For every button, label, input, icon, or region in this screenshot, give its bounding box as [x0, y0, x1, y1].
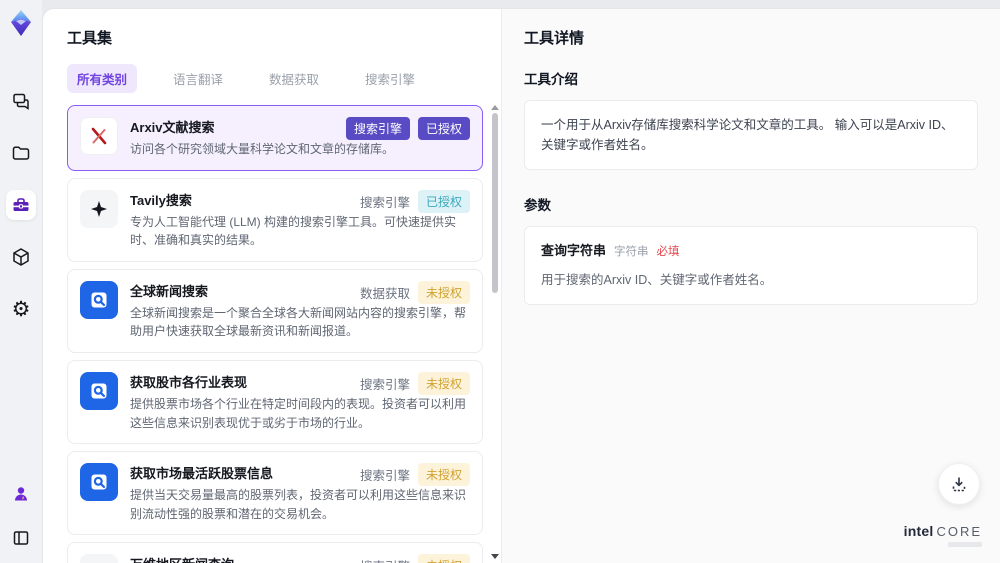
download-button[interactable]: [938, 463, 980, 505]
category-badge: 搜索引擎: [345, 117, 410, 140]
toolbox-icon: [13, 198, 29, 211]
panel-toggle[interactable]: [6, 523, 36, 553]
tool-desc: 全球新闻搜索是一个聚合全球各大新闻网站内容的搜索引擎，帮助用户快速获取全球最新资…: [130, 305, 467, 339]
page-title: 工具集: [67, 30, 113, 47]
tool-desc: 提供当天交易量最高的股票列表，投资者可以利用这些信息来识别流动性强的股票和潜在的…: [130, 488, 467, 521]
param-name: 查询字符串: [541, 243, 607, 258]
tool-card-stock-sectors[interactable]: 获取股市各行业表现 提供股票市场各个行业在特定时间段内的表现。投资者可以利用这些…: [67, 359, 483, 445]
tool-card-arxiv[interactable]: Arxiv文献搜索 访问各个研究领域大量科学论文和文章的存储库。 搜索引擎 已授…: [67, 105, 483, 171]
auth-badge: 已授权: [417, 189, 470, 213]
category-badge: 搜索引擎: [359, 195, 410, 210]
intro-heading: 工具介绍: [524, 72, 578, 87]
sidebar-item-chat[interactable]: [6, 86, 36, 116]
news-search-icon: [80, 280, 118, 319]
sidebar-item-files[interactable]: [6, 138, 36, 168]
auth-badge: 已授权: [417, 117, 470, 140]
param-box: 查询字符串 字符串 必填 用于搜索的Arxiv ID、关键字或作者姓名。: [524, 226, 978, 305]
intro-box: 一个用于从Arxiv存储库搜索科学论文和文章的工具。 输入可以是Arxiv ID…: [524, 100, 978, 170]
chat-icon: [13, 93, 29, 110]
scroll-up-arrow-icon[interactable]: [491, 105, 499, 110]
list-scrollbar[interactable]: [491, 105, 499, 563]
folder-icon: [12, 146, 30, 160]
rail-bottom: [6, 479, 36, 553]
panel-toggle-icon: [13, 531, 29, 545]
auth-badge: 未授权: [417, 371, 470, 395]
category-tabs: 所有类别 语言翻译 数据获取 搜索引擎: [67, 64, 501, 93]
auth-badge: 未授权: [417, 280, 470, 304]
arxiv-logo-icon: [80, 117, 118, 155]
download-icon: [952, 477, 966, 492]
param-desc: 用于搜索的Arxiv ID、关键字或作者姓名。: [541, 272, 773, 287]
newspaper-icon: [80, 554, 118, 563]
tool-desc: 提供股票市场各个行业在特定时间段内的表现。投资者可以利用这些信息来识别表现优于或…: [130, 396, 467, 430]
rail-nav: ⚙: [6, 86, 36, 324]
category-badge: 数据获取: [359, 286, 410, 301]
user-avatar-icon: [15, 487, 27, 501]
tool-list-pane: 工具集 所有类别 语言翻译 数据获取 搜索引擎 Arxiv文献搜索 访问各个研究…: [43, 9, 501, 563]
tool-desc: 专为人工智能代理 (LLM) 构建的搜索引擎工具。可快速提供实时、准确和真实的结…: [130, 214, 457, 248]
core-wordmark: core: [936, 524, 982, 539]
user-avatar[interactable]: [6, 479, 36, 509]
tab-data-fetch[interactable]: 数据获取: [259, 64, 329, 93]
left-rail: ⚙: [0, 0, 42, 563]
category-badge: 搜索引擎: [359, 377, 410, 392]
app-logo[interactable]: [6, 8, 36, 38]
active-stock-icon: [80, 463, 118, 502]
tab-all-categories[interactable]: 所有类别: [67, 64, 138, 93]
app-root: ⚙ 工具集 所有类别 语言翻译 数据获取 搜索引擎 Arxiv文献搜索 访问各个…: [0, 0, 1000, 563]
cube-icon: [13, 248, 29, 266]
params-heading: 参数: [524, 198, 551, 213]
tab-translation[interactable]: 语言翻译: [163, 64, 233, 93]
tool-detail-pane: 工具详情 工具介绍 一个用于从Arxiv存储库搜索科学论文和文章的工具。 输入可…: [501, 9, 1000, 563]
gem-logo-icon: [11, 10, 31, 36]
scroll-down-arrow-icon[interactable]: [491, 554, 499, 559]
tab-search-engine[interactable]: 搜索引擎: [355, 64, 425, 93]
param-required-badge: 必填: [656, 246, 680, 258]
category-badge: 搜索引擎: [360, 556, 410, 563]
category-badge: 搜索引擎: [359, 469, 410, 484]
stock-sector-icon: [80, 371, 118, 410]
sidebar-item-packages[interactable]: [6, 242, 36, 272]
auth-badge: 未授权: [417, 463, 470, 487]
tool-card-tavily[interactable]: Tavily搜索 专为人工智能代理 (LLM) 构建的搜索引擎工具。可快速提供实…: [67, 177, 483, 262]
tool-card-active-stocks[interactable]: 获取市场最活跃股票信息 提供当天交易量最高的股票列表，投资者可以利用这些信息来识…: [67, 451, 483, 536]
scrollbar-thumb[interactable]: [492, 113, 498, 293]
intel-core-logo: intel core: [904, 523, 982, 547]
logo-watermark: [948, 542, 982, 547]
auth-badge: 未授权: [417, 554, 470, 563]
detail-title: 工具详情: [524, 30, 585, 47]
tool-list: Arxiv文献搜索 访问各个研究领域大量科学论文和文章的存储库。 搜索引擎 已授…: [67, 105, 501, 563]
sidebar-item-settings[interactable]: ⚙: [6, 294, 36, 324]
sidebar-item-tools[interactable]: [6, 190, 36, 220]
tool-card-regional-news[interactable]: 万维地区新闻查询 查询具体行政区划内的新闻，快速了解各地新闻动 搜索引擎 未授权: [67, 542, 483, 563]
intel-wordmark: intel: [903, 523, 934, 539]
param-type: 字符串: [614, 246, 649, 258]
gear-icon: ⚙: [11, 296, 31, 321]
main-shell: 工具集 所有类别 语言翻译 数据获取 搜索引擎 Arxiv文献搜索 访问各个研究…: [42, 8, 1000, 563]
tool-desc: 访问各个研究领域大量科学论文和文章的存储库。: [130, 142, 395, 156]
tool-card-global-news[interactable]: 全球新闻搜索 全球新闻搜索是一个聚合全球各大新闻网站内容的搜索引擎，帮助用户快速…: [67, 268, 483, 353]
tavily-star-icon: [80, 189, 118, 228]
